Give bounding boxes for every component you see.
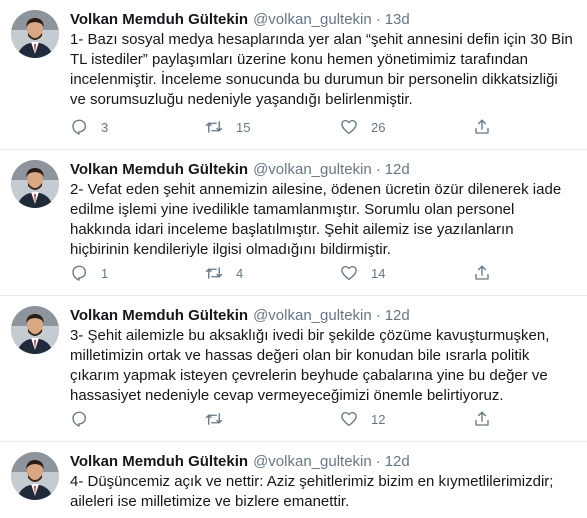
heart-icon — [341, 265, 357, 281]
tweet-actions: 12 — [70, 409, 510, 429]
retweet-icon — [205, 413, 223, 425]
retweet-icon — [205, 121, 223, 133]
tweet-text: 3- Şehit ailemizle bu aksaklığı ivedi bi… — [70, 327, 550, 404]
author-handle[interactable]: @volkan_gultekin — [253, 307, 372, 324]
reply-button[interactable] — [70, 409, 101, 429]
separator-dot: · — [375, 453, 381, 470]
retweet-button[interactable] — [205, 409, 236, 429]
tweet-text: 1- Bazı sosyal medya hesaplarında yer al… — [70, 31, 573, 108]
author-handle[interactable]: @volkan_gultekin — [253, 453, 372, 470]
tweet-1[interactable]: Volkan Memduh Gültekin @volkan_gultekin · 1… — [0, 0, 587, 150]
reply-button[interactable]: 1 — [70, 263, 108, 283]
like-count: 12 — [371, 411, 386, 427]
share-button[interactable] — [473, 117, 491, 137]
separator-dot: · — [375, 161, 381, 178]
tweet-time[interactable]: 12d — [385, 307, 410, 324]
tweet-time[interactable]: 12d — [385, 161, 410, 178]
tweet-text: 4- Düşüncemiz açık ve nettir: Aziz şehit… — [70, 473, 554, 510]
author-handle[interactable]: @volkan_gultekin — [253, 161, 372, 178]
share-button[interactable] — [473, 263, 491, 283]
like-count: 14 — [371, 265, 386, 281]
share-icon — [475, 119, 489, 134]
retweet-button[interactable]: 15 — [205, 117, 250, 137]
avatar[interactable] — [11, 160, 59, 208]
tweet-actions: 3 15 26 — [70, 117, 510, 137]
reply-button[interactable]: 3 — [70, 117, 108, 137]
tweet-header: Volkan Memduh Gültekin @volkan_gultekin · 1… — [70, 10, 410, 29]
tweet-text: 2- Vefat eden şehit annemizin ailesine, … — [70, 181, 562, 258]
author-name[interactable]: Volkan Memduh Gültekin — [70, 453, 248, 470]
author-name[interactable]: Volkan Memduh Gültekin — [70, 11, 248, 28]
avatar[interactable] — [11, 452, 59, 500]
retweet-count: 15 — [236, 119, 251, 135]
tweet-4[interactable]: Volkan Memduh Gültekin @volkan_gultekin · 1… — [0, 442, 587, 518]
share-icon — [475, 411, 489, 426]
retweet-count: 4 — [236, 265, 244, 281]
heart-icon — [341, 119, 357, 135]
tweet-actions: 1 4 14 — [70, 263, 510, 283]
tweet-header: Volkan Memduh Gültekin @volkan_gultekin · 1… — [70, 306, 410, 325]
tweet-time[interactable]: 12d — [385, 453, 410, 470]
author-handle[interactable]: @volkan_gultekin — [253, 11, 372, 28]
like-button[interactable]: 12 — [340, 409, 385, 429]
reply-icon — [72, 119, 87, 135]
separator-dot: · — [375, 307, 381, 324]
share-icon — [475, 265, 489, 280]
author-name[interactable]: Volkan Memduh Gültekin — [70, 307, 248, 324]
tweet-time[interactable]: 13d — [385, 11, 410, 28]
separator-dot: · — [375, 11, 381, 28]
tweet-thread: Volkan Memduh Gültekin @volkan_gultekin · 1… — [0, 0, 587, 518]
tweet-header: Volkan Memduh Gültekin @volkan_gultekin · 1… — [70, 160, 410, 179]
like-button[interactable]: 14 — [340, 263, 385, 283]
reply-icon — [72, 265, 87, 281]
tweet-header: Volkan Memduh Gültekin @volkan_gultekin · 1… — [70, 452, 410, 471]
tweet-3[interactable]: Volkan Memduh Gültekin @volkan_gultekin · 1… — [0, 296, 587, 442]
tweet-2[interactable]: Volkan Memduh Gültekin @volkan_gultekin · 1… — [0, 150, 587, 296]
avatar[interactable] — [11, 10, 59, 58]
like-button[interactable]: 26 — [340, 117, 385, 137]
avatar[interactable] — [11, 306, 59, 354]
like-count: 26 — [371, 119, 386, 135]
share-button[interactable] — [473, 409, 491, 429]
heart-icon — [341, 411, 357, 427]
author-name[interactable]: Volkan Memduh Gültekin — [70, 161, 248, 178]
reply-count: 1 — [101, 265, 109, 281]
retweet-button[interactable]: 4 — [205, 263, 243, 283]
retweet-icon — [205, 267, 223, 279]
reply-icon — [72, 411, 87, 427]
reply-count: 3 — [101, 119, 109, 135]
